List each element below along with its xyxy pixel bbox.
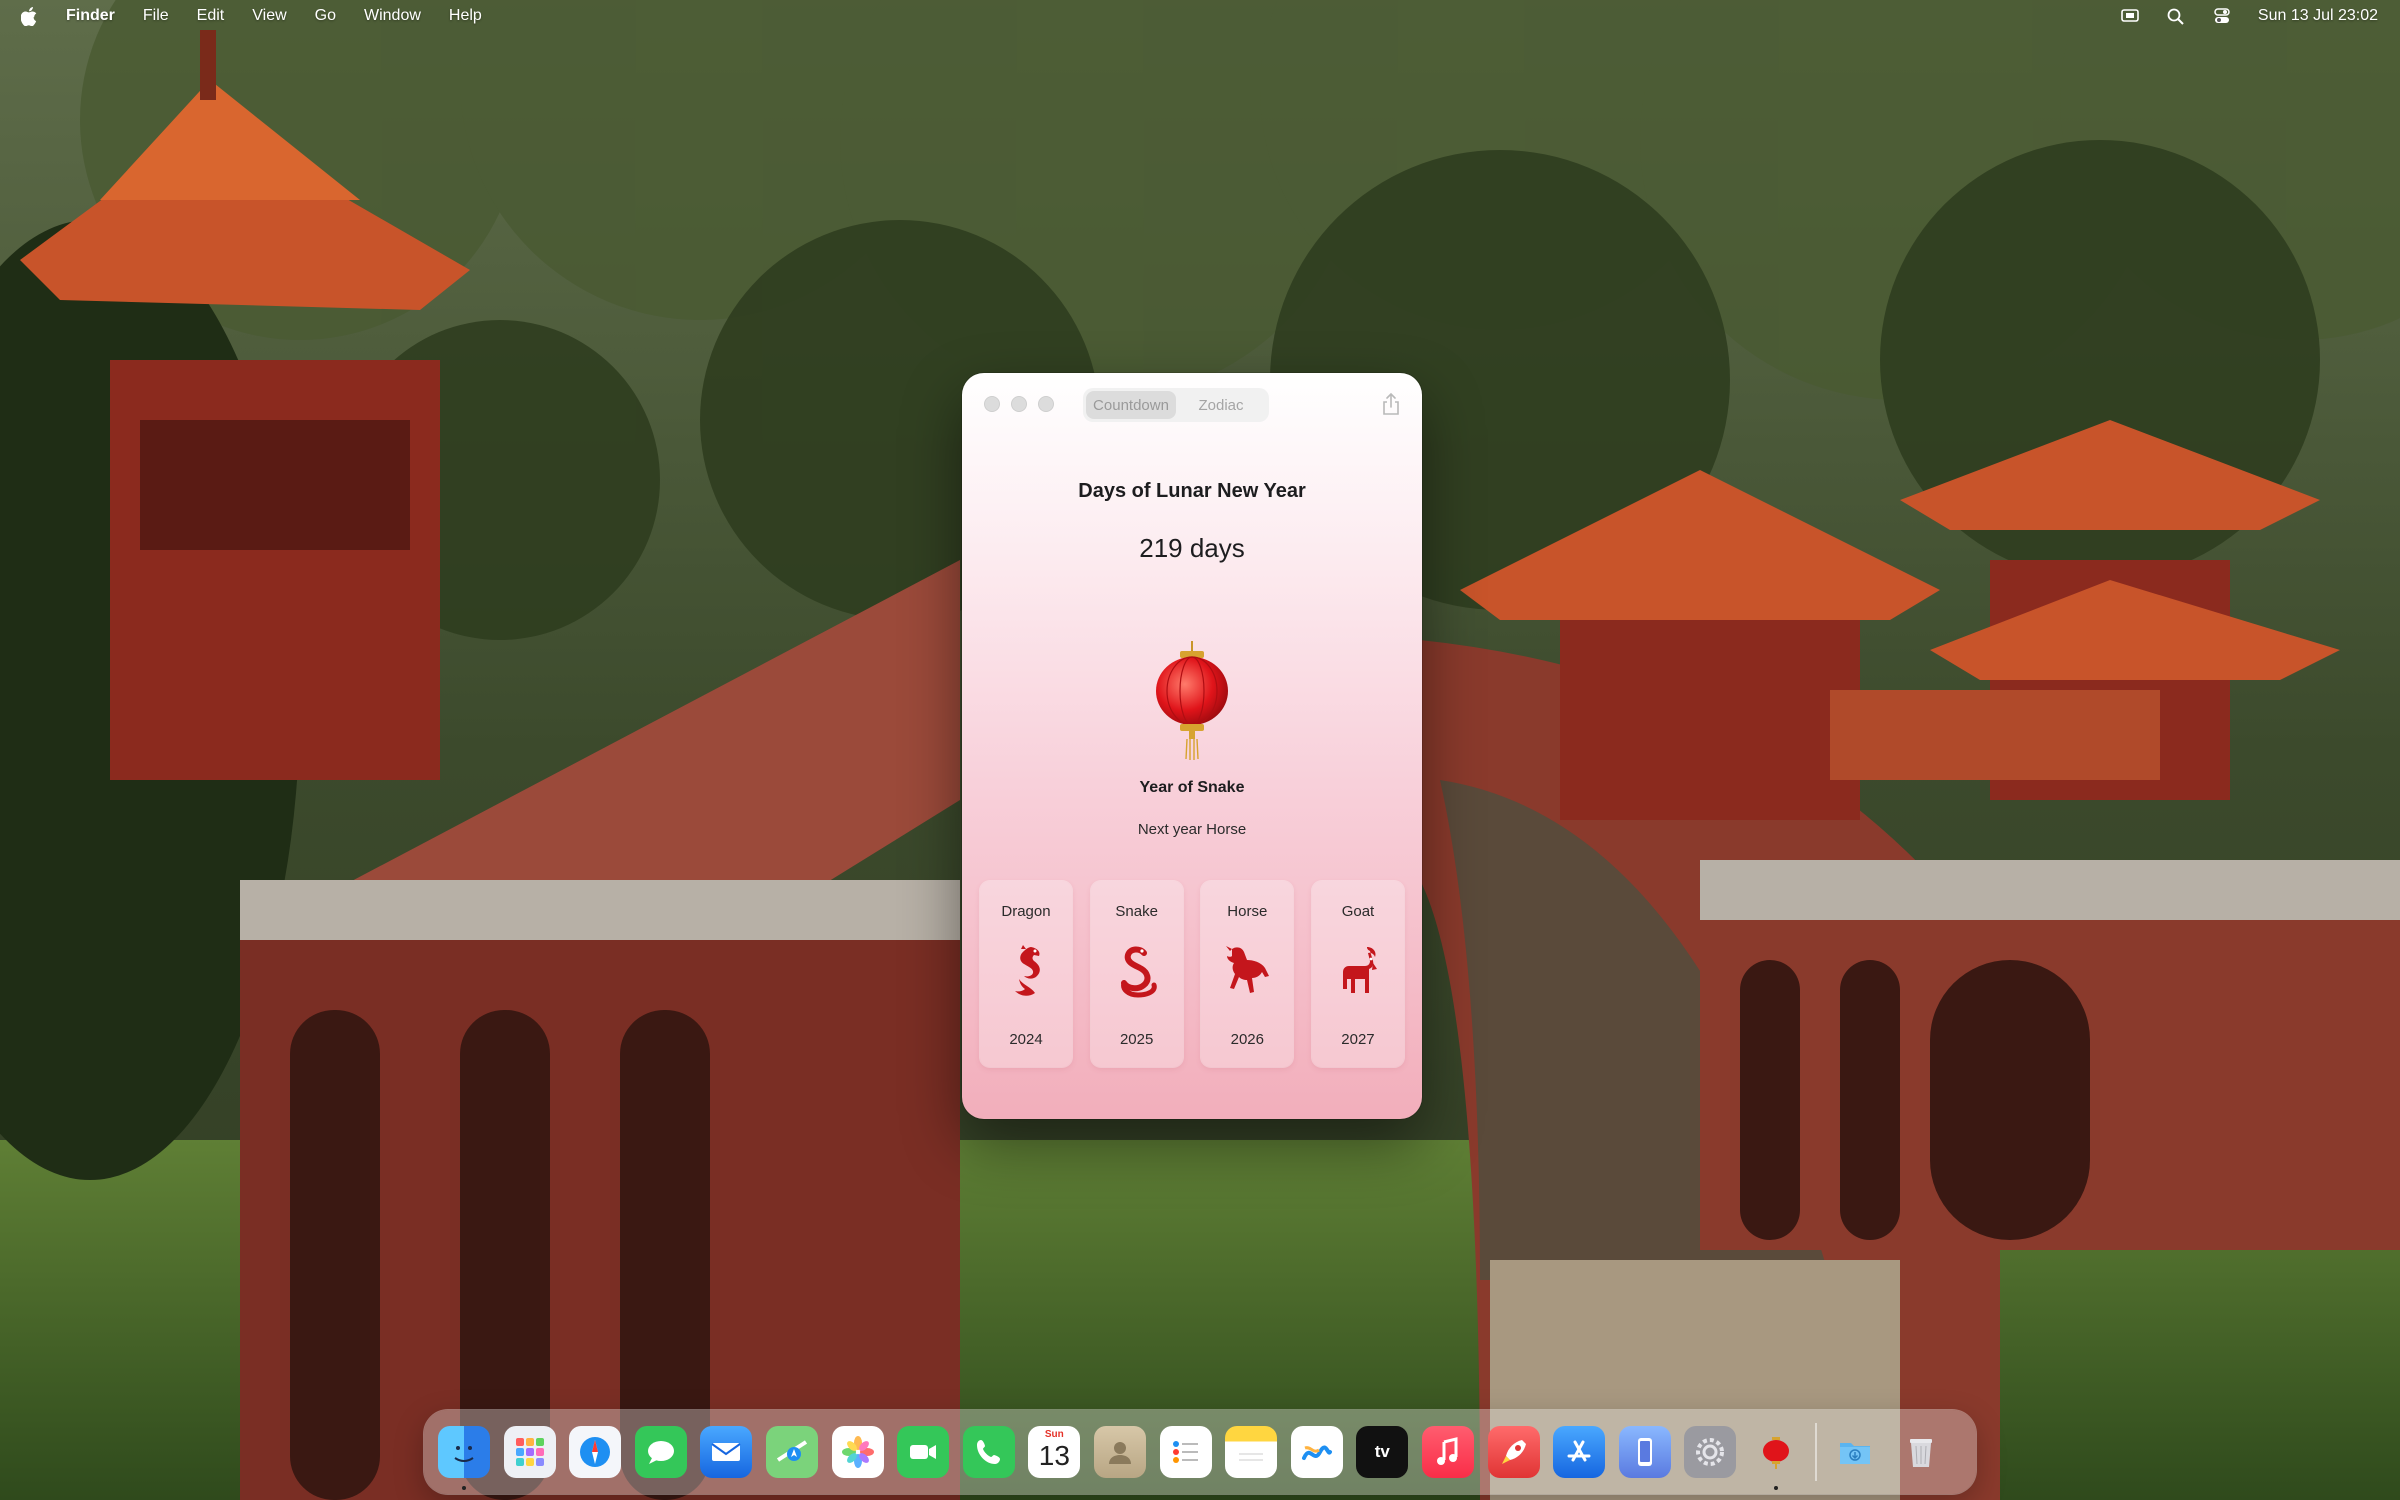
lantern-icon [1156,641,1228,760]
apple-tv-icon[interactable]: tv [1356,1426,1409,1478]
search-icon[interactable] [2166,7,2186,25]
tab-zodiac[interactable]: Zodiac [1176,391,1266,419]
zodiac-card-dragon[interactable]: Dragon 2024 [980,881,1072,1067]
control-center-icon[interactable] [2212,7,2232,25]
window-controls [984,396,1065,412]
freeform-icon[interactable] [1290,1426,1343,1478]
screen-mirroring-icon[interactable] [2120,7,2140,25]
lunar-new-year-window: Countdown Zodiac Days of Lunar New Year … [962,373,1422,1119]
zodiac-card-goat[interactable]: Goat 2027 [1311,881,1404,1067]
menu-go[interactable]: Go [315,7,336,25]
menu-help[interactable]: Help [449,7,482,25]
messages-icon[interactable] [634,1426,687,1478]
dock-separator [1815,1423,1818,1481]
facetime-icon[interactable] [897,1426,950,1478]
zodiac-cards: Dragon 2024 Snake 2025 Horse 2026 Goat 2… [980,881,1404,1069]
menu-window[interactable]: Window [364,7,421,25]
zodiac-card-horse[interactable]: Horse 2026 [1201,881,1294,1067]
days-remaining: 219 days [1139,533,1245,563]
horse-icon [1226,946,1270,993]
menu-edit[interactable]: Edit [197,7,225,25]
safari-icon[interactable] [569,1426,622,1478]
countdown-heading: Days of Lunar New Year [1078,480,1306,502]
zodiac-card-snake[interactable]: Snake 2025 [1090,881,1183,1067]
goat-icon [1342,947,1377,993]
share-icon [1383,392,1399,415]
phone-icon[interactable] [962,1426,1015,1478]
close-button[interactable] [984,396,1000,412]
share-button[interactable] [1378,391,1404,417]
zodiac-name: Snake [1115,903,1158,920]
downloads-folder-icon[interactable] [1829,1426,1881,1478]
system-settings-icon[interactable] [1684,1426,1737,1478]
photos-icon[interactable] [831,1426,884,1478]
snake-icon [1120,946,1157,998]
menu-bar: Finder File Edit View Go Window Help Sun… [0,0,2400,32]
notes-icon[interactable] [1225,1426,1278,1478]
menu-app-name[interactable]: Finder [66,7,115,25]
dock: Sun 13 tv [424,1410,1976,1494]
view-switcher: Countdown Zodiac [1083,388,1269,422]
app-store-icon[interactable] [1553,1426,1606,1478]
calendar-icon[interactable]: Sun 13 [1028,1426,1081,1478]
lantern-app-icon[interactable] [1750,1426,1802,1490]
apple-menu-icon[interactable] [20,6,38,26]
window-titlebar: Countdown Zodiac [962,373,1422,435]
apple-tv-label: tv [1374,1442,1390,1461]
calendar-month: Sun [1044,1429,1064,1440]
reminders-icon[interactable] [1159,1426,1212,1478]
next-zodiac-year: Next year Horse [1137,821,1247,838]
current-zodiac-year: Year of Snake [1139,779,1245,796]
zodiac-year: 2024 [1009,1031,1043,1048]
zoom-button[interactable] [1038,396,1054,412]
zodiac-year: 2025 [1119,1031,1154,1048]
menu-file[interactable]: File [143,7,169,25]
mail-icon[interactable] [700,1426,753,1478]
minimize-button[interactable] [1011,396,1027,412]
zodiac-name: Dragon [1001,903,1051,920]
maps-icon[interactable] [765,1426,818,1478]
launchpad-icon[interactable] [503,1426,556,1478]
contacts-icon[interactable] [1093,1426,1146,1478]
zodiac-name: Horse [1227,903,1268,920]
zodiac-name: Goat [1341,903,1375,920]
dragon-icon [1015,945,1040,996]
rocket-icon[interactable] [1487,1426,1540,1478]
iphone-mirroring-icon[interactable] [1618,1426,1671,1478]
menu-view[interactable]: View [252,7,286,25]
trash-icon[interactable] [1895,1426,1947,1478]
menu-bar-clock[interactable]: Sun 13 Jul 23:02 [2258,7,2378,25]
finder-icon[interactable] [438,1426,490,1490]
calendar-day: 13 [1038,1440,1070,1471]
zodiac-year: 2027 [1341,1031,1375,1048]
tab-countdown[interactable]: Countdown [1086,391,1176,419]
music-icon[interactable] [1421,1426,1474,1478]
zodiac-year: 2026 [1230,1031,1264,1048]
